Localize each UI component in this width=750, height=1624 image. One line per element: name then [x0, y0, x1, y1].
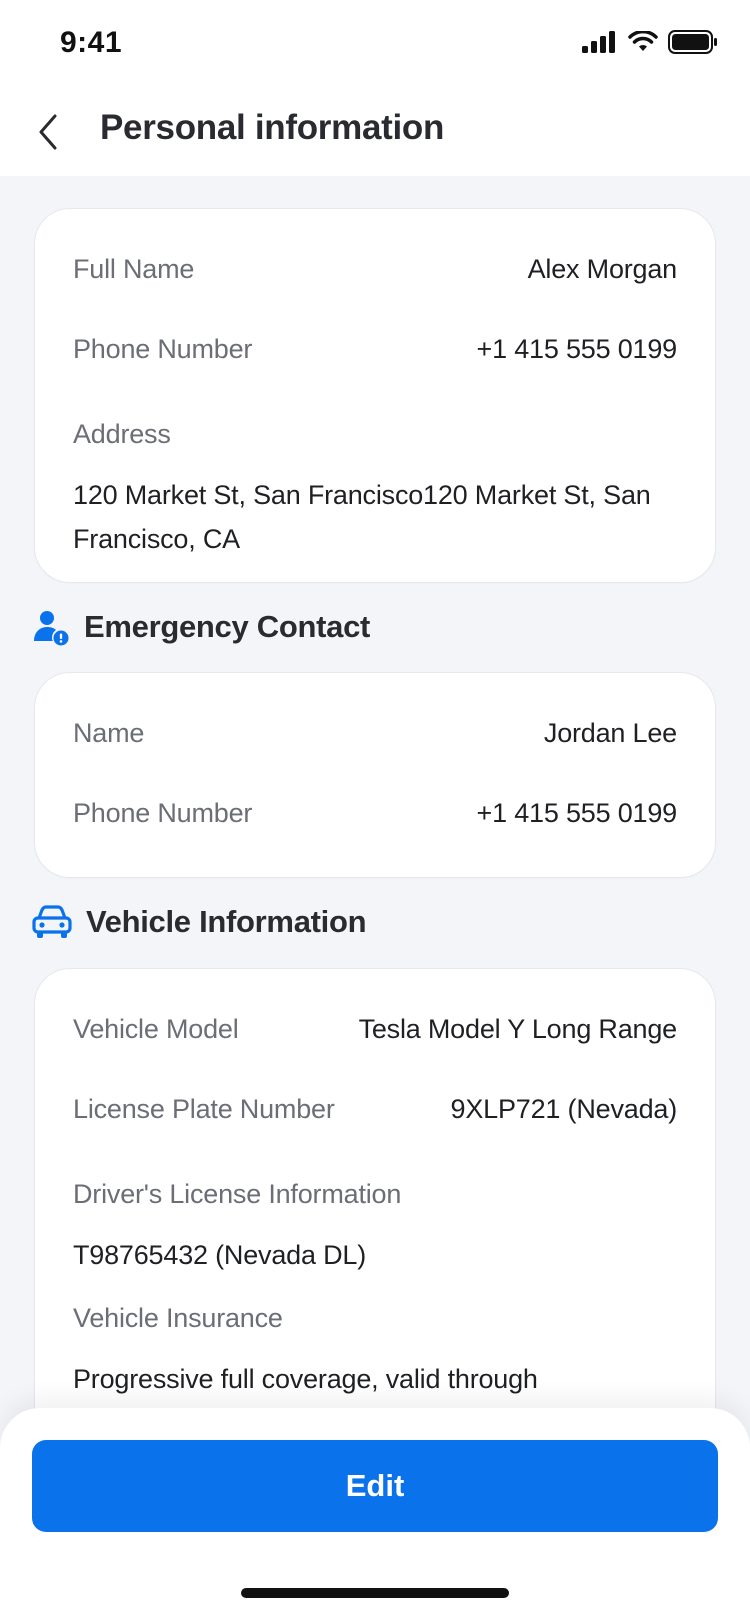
license-plate-value: 9XLP721 (Nevada) [450, 1093, 678, 1124]
emergency-name-row: Name Jordan Lee [73, 713, 677, 753]
drivers-license-value: T98765432 (Nevada DL) [73, 1240, 366, 1270]
vehicle-information-title: Vehicle Information [86, 904, 367, 939]
vehicle-information-header: Vehicle Information [32, 904, 367, 940]
emergency-phone-value: +1 415 555 0199 [476, 797, 678, 828]
emergency-phone-label: Phone Number [73, 797, 253, 828]
wifi-icon [628, 31, 658, 51]
car-icon [32, 905, 72, 938]
person-alert-icon [34, 611, 69, 646]
phone-row: Phone Number +1 415 555 0199 [73, 329, 677, 369]
license-plate-label: License Plate Number [73, 1093, 335, 1124]
full-name-value: Alex Morgan [527, 253, 678, 284]
chevron-left-icon [39, 114, 57, 150]
full-name-row: Full Name Alex Morgan [73, 249, 677, 289]
battery-icon [668, 30, 717, 54]
signal-icon [582, 31, 615, 53]
vehicle-model-value: Tesla Model Y Long Range [358, 1013, 678, 1044]
address-label: Address [73, 419, 171, 449]
page-title: Personal information [100, 108, 445, 147]
emergency-name-label: Name [73, 717, 145, 748]
status-time: 9:41 [60, 26, 123, 59]
personal-information-screen: 9:41 Personal information Full Name Alex… [0, 0, 750, 1624]
full-name-label: Full Name [73, 253, 195, 284]
phone-value: +1 415 555 0199 [476, 333, 678, 364]
emergency-name-value: Jordan Lee [543, 717, 677, 748]
personal-info-card: Full Name Alex Morgan Phone Number +1 41… [34, 208, 716, 583]
top-bar: 9:41 Personal information [0, 0, 750, 176]
vehicle-insurance-value: Progressive full coverage, valid through [73, 1364, 538, 1394]
edit-button[interactable]: Edit [32, 1440, 718, 1532]
emergency-phone-row: Phone Number +1 415 555 0199 [73, 793, 677, 833]
drivers-license-label: Driver's License Information [73, 1179, 402, 1209]
status-icons [582, 30, 718, 54]
bottom-action-bar: Edit [0, 1408, 750, 1624]
emergency-contact-card: Name Jordan Lee Phone Number +1 415 555 … [34, 672, 716, 878]
vehicle-model-label: Vehicle Model [73, 1013, 239, 1044]
emergency-contact-title: Emergency Contact [84, 609, 371, 644]
phone-label: Phone Number [73, 333, 253, 364]
vehicle-model-row: Vehicle Model Tesla Model Y Long Range [73, 1009, 677, 1049]
vehicle-insurance-label: Vehicle Insurance [73, 1303, 283, 1333]
address-value: 120 Market St, San Francisco120 Market S… [73, 480, 651, 554]
back-button[interactable] [28, 106, 68, 158]
license-plate-row: License Plate Number 9XLP721 (Nevada) [73, 1089, 677, 1129]
emergency-contact-header: Emergency Contact [32, 608, 370, 646]
home-indicator [241, 1588, 509, 1598]
